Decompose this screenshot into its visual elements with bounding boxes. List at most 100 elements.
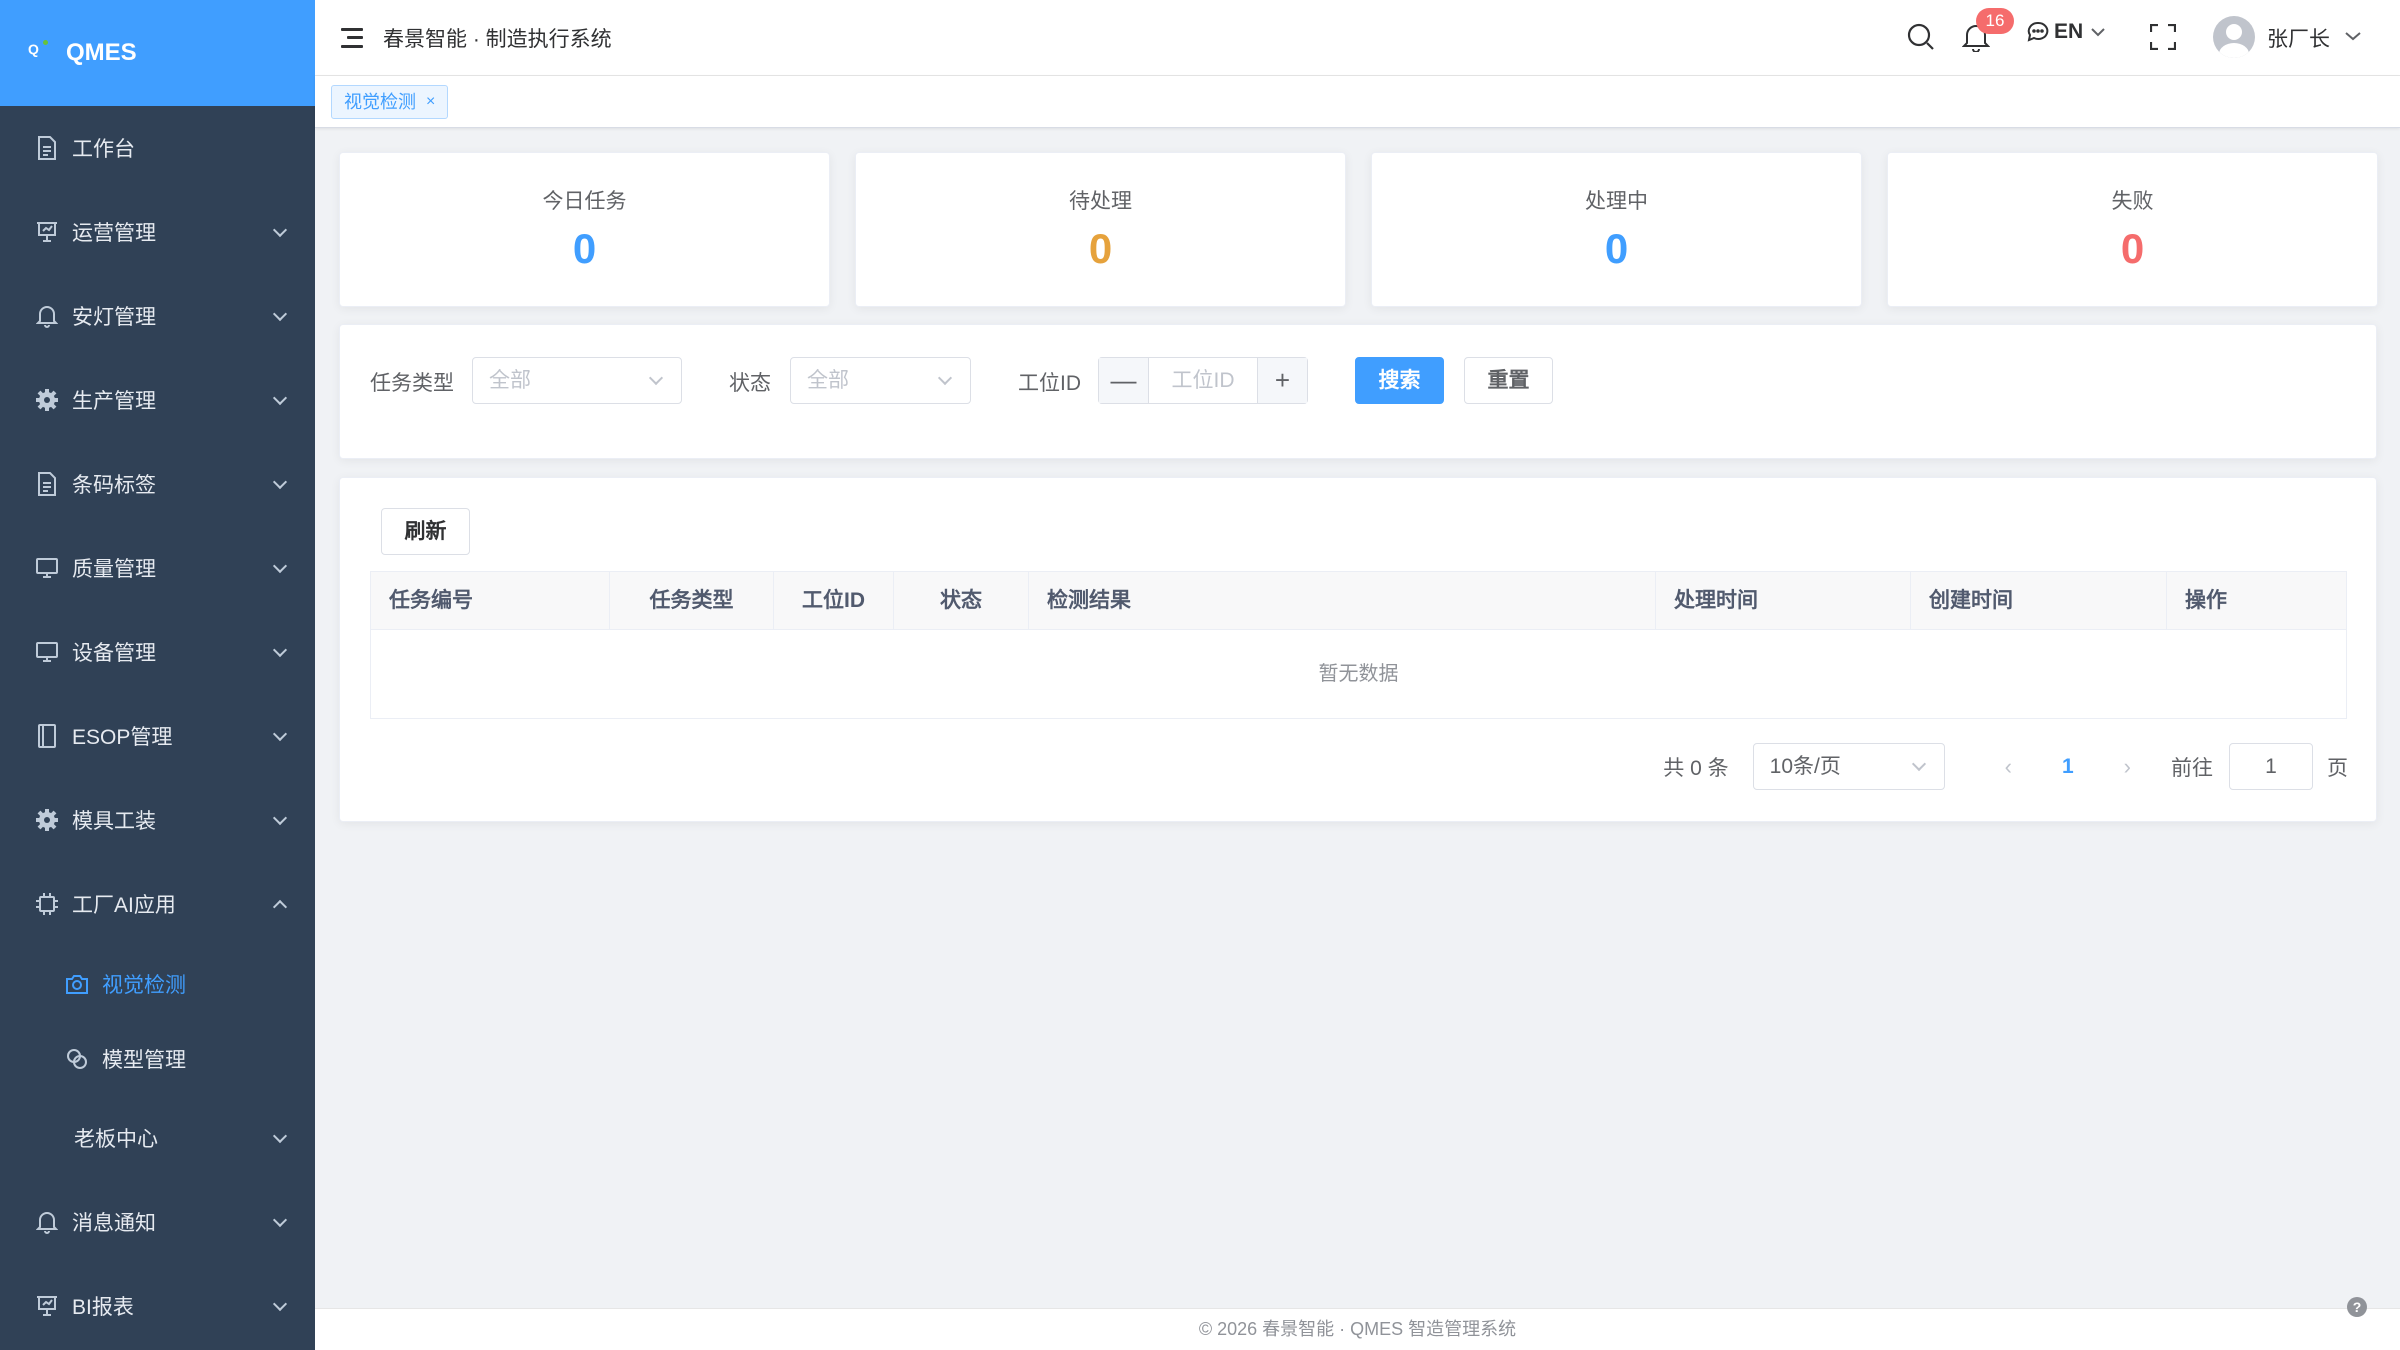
stat-card-processing: 处理中 0: [1371, 152, 1862, 307]
sidebar-item-label: 条码标签: [72, 474, 156, 497]
user-name[interactable]: 张厂长: [2267, 23, 2330, 53]
search-button[interactable]: 搜索: [1355, 357, 1444, 404]
sidebar-item-label: 工作台: [72, 138, 135, 161]
increment-button[interactable]: +: [1257, 358, 1307, 403]
sidebar-item-boss-center[interactable]: 老板中心: [0, 1096, 315, 1180]
column-header: 任务类型: [610, 572, 774, 629]
stat-card-today-tasks: 今日任务 0: [339, 152, 830, 307]
chevron-down-icon: [2091, 28, 2105, 37]
sidebar-item-label: 视觉检测: [102, 973, 186, 997]
sidebar-item-andon[interactable]: 安灯管理: [0, 274, 315, 358]
chevron-down-icon: [272, 222, 288, 238]
system-title: 春景智能 · 制造执行系统: [383, 27, 612, 51]
stat-value: 0: [1604, 225, 1629, 272]
stat-value: 0: [2120, 225, 2145, 272]
station-id-input[interactable]: 工位ID: [1149, 358, 1257, 403]
sidebar-item-label: 工厂AI应用: [72, 894, 176, 917]
sidebar-item-bi-reports[interactable]: BI报表: [0, 1264, 315, 1348]
help-icon[interactable]: ?: [2347, 1297, 2367, 1317]
sidebar-item-label: 运营管理: [72, 222, 156, 245]
document-icon: [34, 471, 60, 497]
stat-value: 0: [572, 225, 597, 272]
sidebar-item-workbench[interactable]: 工作台: [0, 106, 315, 190]
gear-icon: [34, 387, 60, 413]
logo[interactable]: Q QMES: [0, 0, 315, 106]
station-id-stepper: — 工位ID +: [1098, 357, 1308, 404]
column-header: 检测结果: [1029, 572, 1656, 629]
sidebar-item-notifications[interactable]: 消息通知: [0, 1180, 315, 1264]
goto-page-input[interactable]: 1: [2229, 743, 2313, 790]
bell-icon: [34, 1209, 60, 1235]
chevron-down-icon: [272, 306, 288, 322]
total-count: 共 0 条: [1663, 756, 1729, 780]
page-size-select[interactable]: 10条/页: [1752, 743, 1945, 790]
chevron-down-icon[interactable]: [2345, 31, 2361, 41]
sidebar-item-production[interactable]: 生产管理: [0, 358, 315, 442]
sidebar-item-esop[interactable]: ESOP管理: [0, 694, 315, 778]
sidebar-item-operations[interactable]: 运营管理: [0, 190, 315, 274]
app-name: QMES: [66, 39, 137, 66]
sidebar-item-label: ESOP管理: [72, 726, 173, 749]
sidebar-item-label: 安灯管理: [72, 306, 156, 329]
column-header: 工位ID: [774, 572, 894, 629]
sidebar-item-label: 老板中心: [74, 1128, 158, 1151]
monitor-icon: [34, 555, 60, 581]
avatar[interactable]: [2213, 16, 2255, 58]
sidebar-item-quality[interactable]: 质量管理: [0, 526, 315, 610]
document-icon: [34, 135, 60, 161]
model-icon: [64, 1046, 90, 1072]
stat-label: 待处理: [1069, 190, 1132, 213]
chevron-down-icon: [272, 1128, 288, 1144]
chevron-up-icon: [272, 899, 288, 915]
stat-label: 今日任务: [542, 190, 627, 213]
status-select[interactable]: 全部: [790, 357, 971, 404]
sidebar-item-label: 模型管理: [102, 1048, 186, 1072]
status-value: 全部: [807, 369, 849, 392]
station-id-label: 工位ID: [1018, 372, 1081, 395]
copyright-text: © 2026 春景智能 · QMES 智造管理系统: [1198, 1319, 1517, 1339]
task-type-select[interactable]: 全部: [472, 357, 682, 404]
notification-badge: 16: [1976, 8, 2014, 34]
fullscreen-icon[interactable]: [2150, 24, 2176, 50]
goto-label: 前往: [2171, 756, 2213, 780]
prev-page-button[interactable]: ‹: [2005, 754, 2012, 780]
hamburger-icon[interactable]: [341, 27, 363, 48]
monitor-icon: [34, 639, 60, 665]
tag-visual-inspection[interactable]: 视觉检测 ×: [331, 85, 449, 119]
next-page-button[interactable]: ›: [2124, 754, 2131, 780]
decrement-button[interactable]: —: [1099, 358, 1149, 403]
refresh-button[interactable]: 刷新: [381, 508, 470, 555]
stat-card-failed: 失败 0: [1887, 152, 2378, 307]
chevron-down-icon: [272, 642, 288, 658]
page-size-value: 10条/页: [1769, 755, 1841, 778]
sidebar-item-molds[interactable]: 模具工装: [0, 778, 315, 862]
search-form: 任务类型 全部 状态 全部 工位ID — 工位ID + 搜索 重置: [339, 324, 2377, 459]
sidebar-item-barcode[interactable]: 条码标签: [0, 442, 315, 526]
close-icon[interactable]: ×: [426, 86, 435, 118]
sidebar-item-label: 生产管理: [72, 390, 156, 413]
task-type-label: 任务类型: [370, 372, 454, 395]
sidebar-item-equipment[interactable]: 设备管理: [0, 610, 315, 694]
reset-button[interactable]: 重置: [1464, 357, 1553, 404]
column-header: 创建时间: [1911, 572, 2167, 629]
task-table-card: 刷新 任务编号 任务类型 工位ID 状态 检测结果 处理时间 创建时间 操作 暂…: [339, 477, 2377, 822]
sidebar-item-model-management[interactable]: 模型管理: [0, 1021, 315, 1096]
sidebar-item-label: 模具工装: [72, 810, 156, 833]
stat-card-pending: 待处理 0: [855, 152, 1346, 307]
chevron-down-icon: [937, 370, 953, 386]
search-icon[interactable]: [1906, 22, 1936, 52]
table-header: 任务编号 任务类型 工位ID 状态 检测结果 处理时间 创建时间 操作: [371, 572, 2346, 630]
current-page[interactable]: 1: [2062, 755, 2074, 779]
language-switcher[interactable]: EN: [2026, 20, 2105, 44]
sidebar-item-visual-inspection[interactable]: 视觉检测: [0, 946, 315, 1021]
chevron-down-icon: [272, 474, 288, 490]
presentation-icon: [34, 219, 60, 245]
footer: © 2026 春景智能 · QMES 智造管理系统: [315, 1308, 2400, 1350]
chevron-down-icon: [272, 390, 288, 406]
camera-icon: [64, 971, 90, 997]
sidebar-item-label: 设备管理: [72, 642, 156, 665]
chevron-down-icon: [272, 1296, 288, 1312]
column-header: 操作: [2185, 589, 2227, 612]
sidebar: Q QMES 工作台 运营管理 安灯管理 生产管理 条码标签 质量管理 设备管理…: [0, 0, 315, 1350]
sidebar-item-factory-ai[interactable]: 工厂AI应用: [0, 862, 315, 946]
